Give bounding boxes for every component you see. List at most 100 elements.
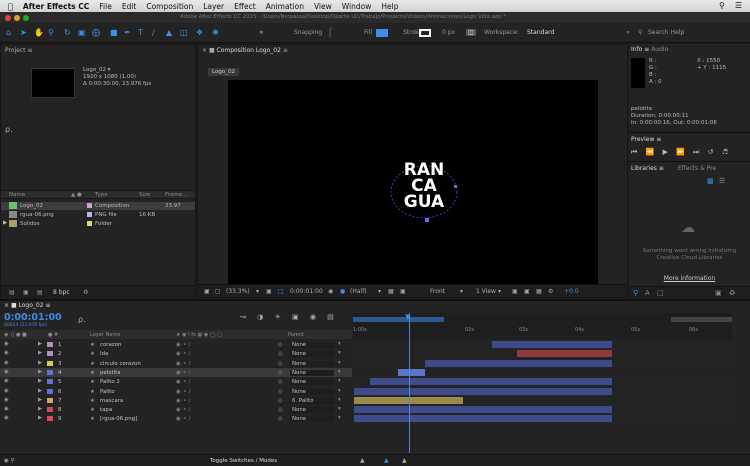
playhead[interactable] [409,313,410,453]
layer-switches[interactable]: ◉ ⚬ ∕ [176,389,190,395]
apple-icon[interactable]:  [8,2,13,11]
zoom-select[interactable]: (33.3%) [226,288,250,295]
layer-switches[interactable]: ◉ ⚬ ∕ [176,370,190,376]
region-icon[interactable]: ▢ [215,288,221,295]
home-icon[interactable]: ⌂ [6,28,11,37]
3d-view-icon[interactable]: ▣ [400,288,406,295]
fill-swatch[interactable] [376,29,388,37]
timeline-timecode[interactable]: 0:00:01:00 [4,312,62,323]
transparency-grid-icon[interactable]: ▦ [388,288,394,295]
layer-duration-bar[interactable] [354,406,612,414]
layer-switches[interactable]: ◉ ⚬ ∕ [176,379,190,385]
toggle-icon[interactable]: ▣ [512,288,518,295]
layer-row[interactable]: ◉ ▶ 4 ★ pelotita ◉ ⚬ ∕ ◎ None ▾ [0,367,352,377]
tag-icon[interactable]: ▲ ● [71,192,82,198]
parent-select[interactable]: None [290,351,334,358]
flowchart-icon[interactable]: ▦ [536,288,542,295]
timeline-tab[interactable]: × ■ Logo_02 ≡ [4,302,50,309]
project-search-input[interactable]: ρ. [5,125,13,134]
layer-duration-bar[interactable] [492,341,612,348]
layer-row[interactable]: ◉ ▶ 6 ★ Palito ◉ ⚬ ∕ ◎ None ▾ [0,387,352,396]
layer-label-swatch[interactable] [47,369,53,375]
toggle-switches-modes[interactable]: Toggle Switches / Modes [210,458,277,464]
layer-label-swatch[interactable] [47,407,53,413]
parent-select[interactable]: 6. Palito [290,397,334,404]
pickwhip-icon[interactable]: ◎ [278,351,283,357]
stroke-swatch[interactable] [419,29,431,37]
brush-tool-icon[interactable]: ∕ [152,28,155,37]
preview-tab[interactable]: Preview ≡ [631,136,661,143]
close-button[interactable] [5,15,11,21]
layer-label-swatch[interactable] [47,351,53,357]
menu-composition[interactable]: Composition [146,2,193,11]
comp-name[interactable]: Logo_02 ▾ [83,67,151,74]
menu-edit[interactable]: Edit [122,2,137,11]
resolution-select[interactable]: (Half) [350,288,367,295]
clone-tool-icon[interactable]: ▲ [166,28,172,37]
project-item[interactable]: ▶ Solidos Folder [1,220,195,228]
more-information-link[interactable]: More information [629,275,750,282]
layer-name[interactable]: tapa [100,407,112,413]
layer-name[interactable]: corazon [100,342,121,348]
menu-effect[interactable]: Effect [234,2,256,11]
axis-icon[interactable]: ✶ [258,28,265,37]
chevron-down-icon[interactable]: ▾ [338,369,341,375]
label-swatch[interactable] [87,212,92,217]
visibility-icon[interactable]: ◉ [4,406,9,412]
snap-icon[interactable]: ⌠ [328,28,332,37]
trash-icon[interactable]: ♻ [729,289,735,297]
layer-row[interactable]: ◉ ▶ 2 ★ Ida ◉ ⚬ ∕ ◎ None ▾ [0,349,352,358]
mask-icon[interactable]: □ [278,288,284,295]
pickwhip-icon[interactable]: ◎ [278,379,283,385]
chevron-down-icon[interactable]: ▾ [338,341,341,347]
chevron-down-icon[interactable]: ▾ [338,350,341,356]
rectangle-tool-icon[interactable]: ■ [110,28,118,37]
chevron-down-icon[interactable]: ▾ [338,388,341,394]
layer-label-swatch[interactable] [47,379,53,385]
prev-frame-icon[interactable]: ⏪ [646,148,655,156]
close-icon[interactable]: × [202,47,207,54]
first-frame-icon[interactable]: ⏮ [631,148,637,156]
exposure-value[interactable]: +0.0 [564,288,579,295]
chevron-right-icon[interactable]: » [626,29,630,36]
next-frame-icon[interactable]: ⏩ [676,148,685,156]
shy-layers-icon[interactable]: ☀ [274,313,280,321]
layer-row[interactable]: ◉ ▶ 1 ★ corazon ◉ ⚬ ∕ ◎ None ▾ [0,340,352,349]
chevron-down-icon[interactable]: ▾ [338,360,341,366]
visibility-icon[interactable]: ◉ [4,415,9,421]
stroke-width[interactable]: 0 px [442,29,455,36]
project-item[interactable]: rgua-06.png PNG file 16 KB [1,211,195,219]
work-area-bar[interactable] [353,317,444,322]
parent-select[interactable]: None [290,388,334,395]
new-folder-icon[interactable]: ▣ [23,289,29,296]
disclosure-triangle-icon[interactable]: ▶ [38,406,42,412]
menu-help[interactable]: Help [381,2,398,11]
search-help-input[interactable]: Search Help [648,29,684,36]
layer-duration-bar[interactable] [354,415,612,423]
parent-select[interactable]: None [290,407,334,414]
layer-name[interactable]: Ida [100,351,108,357]
label-swatch[interactable] [87,221,92,226]
menu-view[interactable]: View [314,2,332,11]
col-layer-name[interactable]: Layer Name [90,332,120,338]
audio-icon[interactable]: ♬ [722,148,728,156]
disclosure-triangle-icon[interactable]: ▶ [3,220,7,226]
zoom-out-icon[interactable]: ▲ [360,457,365,464]
visibility-icon[interactable]: ◉ [4,388,9,394]
menu-file[interactable]: File [99,2,112,11]
workspace-select[interactable]: Standard [527,29,554,36]
layer-switches[interactable]: ◉ ⚬ ∕ [176,398,190,404]
layer-label-swatch[interactable] [47,397,53,403]
roto-tool-icon[interactable]: ❖ [196,28,203,37]
col-frame[interactable]: Frame... [165,192,187,198]
layer-label-swatch[interactable] [47,388,53,394]
trash-icon[interactable]: ♻ [83,289,88,296]
chevron-down-icon[interactable]: ▾ [338,415,341,421]
info-tab[interactable]: Info ≡ Audio [631,46,668,53]
effects-tab[interactable]: Effects & Pre [678,165,716,172]
rotate-tool-icon[interactable]: ↻ [64,28,71,37]
zoom-button[interactable] [23,15,29,21]
timeline-search-input[interactable]: ρ. [78,315,86,324]
zoom-tool-icon[interactable]: ⚲ [48,28,54,37]
puppet-tool-icon[interactable]: ✺ [212,28,219,37]
